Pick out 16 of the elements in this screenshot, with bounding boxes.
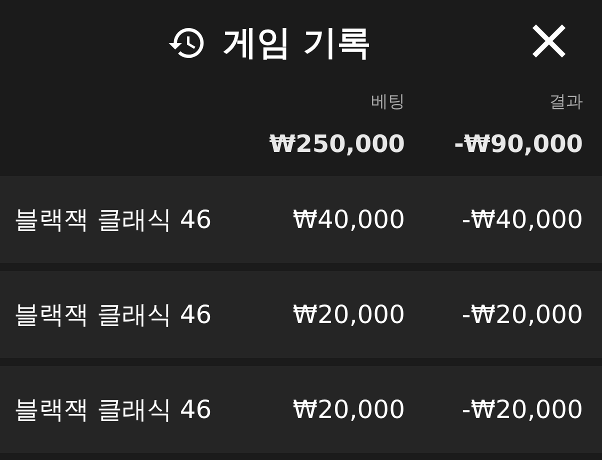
close-icon (532, 24, 566, 58)
page-title: 게임 기록 (223, 22, 371, 64)
bet-amount: ₩20,000 (292, 300, 405, 329)
total-result: -₩90,000 (454, 130, 583, 158)
bet-amount: ₩40,000 (292, 204, 405, 234)
result-amount: -₩20,000 (462, 394, 583, 424)
close-button[interactable] (530, 22, 568, 60)
bet-amount: ₩20,000 (292, 394, 405, 424)
column-header: 베팅 (371, 92, 405, 112)
game-name: 블랙잭 클래식 46 (14, 394, 212, 424)
column-header: 결과 (549, 92, 583, 112)
game-name: 블랙잭 클래식 46 (14, 204, 212, 234)
result-amount: -₩40,000 (462, 204, 583, 234)
total-bet: ₩250,000 (269, 130, 405, 158)
game-name: 블랙잭 클래식 46 (14, 300, 212, 329)
result-amount: -₩20,000 (462, 300, 583, 329)
